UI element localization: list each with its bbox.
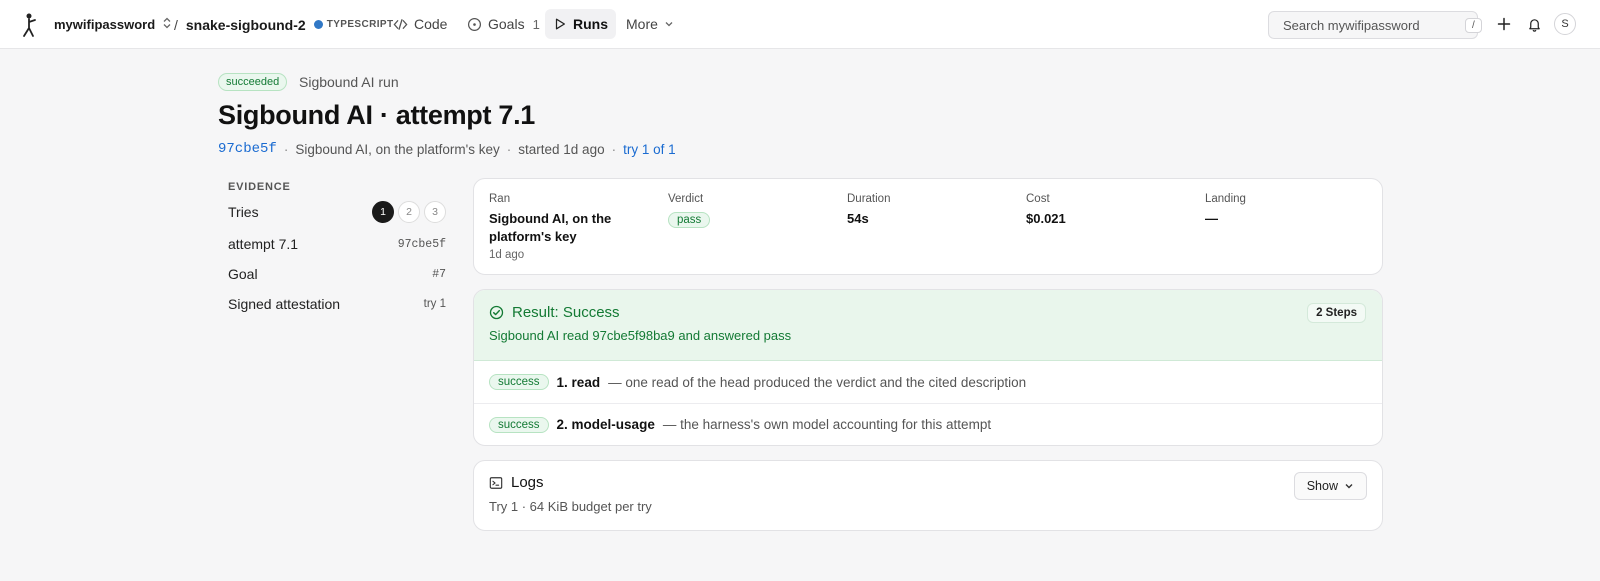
page-title: Sigbound AI · attempt 7.1	[218, 100, 536, 130]
steps-count-badge: 2 Steps	[1307, 303, 1366, 323]
attestation-label: Signed attestation	[228, 296, 341, 312]
result-title-text: Result: Success	[512, 304, 620, 321]
verdict-label: Verdict	[668, 193, 704, 205]
terminal-icon	[489, 476, 503, 489]
cost-label: Cost	[1026, 193, 1050, 205]
language-badge: TYPESCRIPT	[313, 19, 394, 30]
step-row[interactable]: success 1. read — one read of the head p…	[474, 361, 1382, 403]
step-description: — one read of the head produced the verd…	[608, 374, 1027, 390]
try-3-button[interactable]: 3	[424, 201, 446, 223]
code-icon	[393, 18, 408, 30]
tries-label: Tries	[228, 204, 259, 220]
plus-icon	[1497, 17, 1511, 31]
play-icon	[555, 18, 565, 30]
search-shortcut-hint: /	[1465, 17, 1482, 33]
goal-label: Goal	[228, 266, 258, 282]
duration-label: Duration	[847, 193, 891, 205]
logs-subtitle: Try 1 · 64 KiB budget per try	[489, 499, 652, 514]
tries-selector: 1 2 3	[372, 201, 446, 223]
summary-landing: Landing —	[1205, 193, 1246, 228]
org-name: mywifipassword	[54, 17, 156, 32]
repo-breadcrumb[interactable]: / snake-sigbound-2 TYPESCRIPT	[174, 0, 393, 49]
logs-title-text: Logs	[511, 474, 544, 491]
target-icon	[467, 17, 482, 31]
language-label: TYPESCRIPT	[326, 19, 394, 30]
tab-runs-label: Runs	[573, 16, 608, 32]
ran-value: Sigbound AI, on the platform's key	[489, 211, 612, 244]
started-text: started 1d ago	[518, 141, 605, 157]
org-switcher[interactable]: mywifipassword	[54, 0, 171, 49]
attestation-try: try 1	[423, 298, 446, 310]
summary-verdict: Verdict pass	[668, 193, 711, 228]
avatar[interactable]: S	[1554, 13, 1576, 35]
breadcrumb-separator: /	[174, 16, 178, 33]
step-name: 2. model-usage	[556, 417, 655, 432]
create-button[interactable]	[1494, 14, 1514, 34]
goals-count: 1	[532, 16, 540, 32]
evidence-heading: EVIDENCE	[228, 181, 291, 193]
summary-cost: Cost $0.021	[1026, 193, 1066, 228]
app-logo-icon[interactable]	[18, 0, 40, 49]
meta-separator: ·	[283, 141, 289, 157]
run-kind: Sigbound AI run	[299, 74, 399, 90]
search-input[interactable]	[1283, 17, 1459, 33]
verdict-badge: pass	[668, 212, 711, 228]
step-status-badge: success	[489, 374, 549, 390]
tab-goals[interactable]: Goals 1	[459, 9, 548, 39]
tab-code[interactable]: Code	[385, 9, 455, 39]
evidence-attempt[interactable]: attempt 7.1 97cbe5f	[228, 236, 446, 252]
summary-duration: Duration 54s	[847, 193, 890, 228]
ran-time: 1d ago	[489, 249, 525, 261]
result-card: Result: Success Sigbound AI read 97cbe5f…	[473, 289, 1383, 446]
step-description: — the harness's own model accounting for…	[662, 417, 992, 432]
attempt-sha: 97cbe5f	[397, 237, 446, 251]
chevron-down-icon	[1345, 484, 1353, 489]
evidence-attestation[interactable]: Signed attestation try 1	[228, 296, 446, 312]
more-label: More	[626, 16, 658, 32]
logs-card: Logs Try 1 · 64 KiB budget per try Show	[473, 460, 1383, 531]
meta-separator: ·	[611, 141, 617, 157]
summary-ran: Ran Sigbound AI, on the platform's key 1…	[489, 193, 639, 261]
show-logs-button[interactable]: Show	[1293, 472, 1367, 500]
step-name: 1. read	[556, 374, 601, 390]
result-header: Result: Success Sigbound AI read 97cbe5f…	[474, 290, 1382, 361]
chevron-down-icon	[665, 22, 673, 27]
tab-goals-label: Goals	[488, 16, 525, 32]
meta-separator: ·	[506, 141, 512, 157]
ran-label: Ran	[489, 193, 511, 205]
run-summary-card: Ran Sigbound AI, on the platform's key 1…	[473, 178, 1383, 275]
top-nav: mywifipassword / snake-sigbound-2 TYPESC…	[0, 0, 1600, 49]
show-logs-label: Show	[1306, 479, 1338, 493]
try-1-button[interactable]: 1	[372, 201, 394, 223]
duration-value: 54s	[847, 211, 869, 226]
check-circle-icon	[489, 305, 504, 320]
logs-title: Logs	[489, 474, 544, 491]
step-row[interactable]: success 2. model-usage — the harness's o…	[474, 403, 1382, 445]
run-meta: 97cbe5f · Sigbound AI, on the platform's…	[218, 141, 676, 157]
landing-label: Landing	[1205, 193, 1246, 205]
goal-ref: #7	[432, 267, 446, 281]
attempt-label: attempt 7.1	[228, 236, 299, 252]
more-menu[interactable]: More	[618, 9, 682, 39]
result-title: Result: Success	[489, 304, 620, 321]
bell-icon	[1528, 18, 1540, 32]
notifications-button[interactable]	[1524, 14, 1544, 34]
landing-value: —	[1205, 211, 1218, 226]
try-2-button[interactable]: 2	[398, 201, 420, 223]
evidence-goal[interactable]: Goal #7	[228, 266, 446, 282]
try-link[interactable]: try 1 of 1	[623, 142, 676, 157]
commit-sha-link[interactable]: 97cbe5f	[218, 141, 277, 157]
tab-code-label: Code	[414, 16, 448, 32]
status-badge: succeeded	[218, 73, 288, 91]
search-box[interactable]: /	[1268, 11, 1482, 39]
language-dot-icon	[313, 20, 323, 29]
tab-runs[interactable]: Runs	[545, 9, 616, 39]
evidence-tries: Tries 1 2 3	[228, 201, 446, 223]
chevron-up-down-icon	[163, 17, 171, 32]
runner-text: Sigbound AI, on the platform's key	[295, 141, 500, 157]
cost-value: $0.021	[1026, 211, 1066, 226]
result-subtitle: Sigbound AI read 97cbe5f98ba9 and answer…	[489, 328, 792, 343]
step-status-badge: success	[489, 416, 549, 433]
repo-name[interactable]: snake-sigbound-2	[186, 17, 306, 33]
